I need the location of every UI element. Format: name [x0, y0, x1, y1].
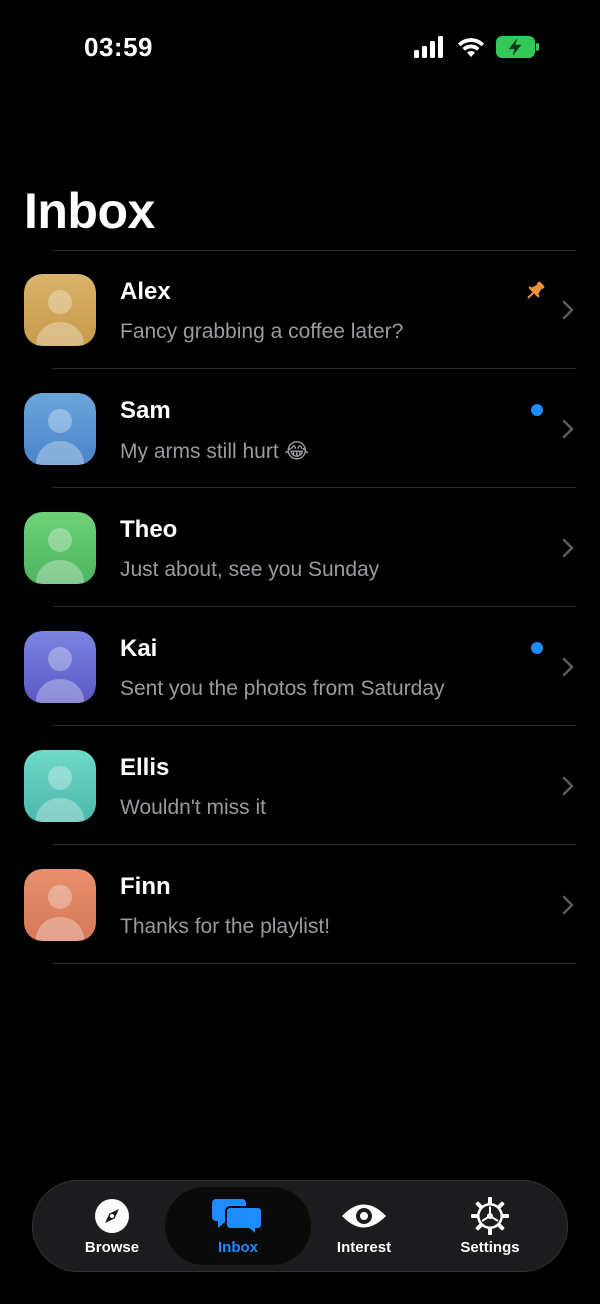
unread-dot — [531, 404, 543, 416]
avatar — [24, 631, 96, 703]
eye-icon — [340, 1197, 388, 1235]
contact-name: Sam — [120, 397, 171, 424]
avatar — [24, 750, 96, 822]
conversation-row[interactable]: Finn Thanks for the playlist! — [0, 845, 600, 964]
chevron-right-icon — [562, 657, 574, 677]
battery-charging-icon — [496, 36, 540, 58]
tab-inbox[interactable]: Inbox — [165, 1187, 311, 1265]
avatar — [24, 274, 96, 346]
contact-name: Ellis — [120, 754, 170, 781]
status-bar: 03:59 — [0, 0, 600, 100]
chevron-right-icon — [562, 895, 574, 915]
message-preview: Fancy grabbing a coffee later? — [120, 320, 404, 343]
chevron-right-icon — [562, 300, 574, 320]
contact-name: Kai — [120, 635, 158, 662]
conversation-list: Alex Fancy grabbing a coffee later? Sam My … — [0, 250, 600, 964]
tab-browse[interactable]: Browse — [47, 1187, 177, 1265]
cellular-signal-icon — [414, 36, 446, 58]
tab-label: Settings — [460, 1239, 520, 1256]
page-title: Inbox — [24, 183, 155, 239]
message-preview: Thanks for the playlist! — [120, 915, 331, 938]
unread-dot — [531, 642, 543, 654]
status-time: 03:59 — [84, 32, 153, 62]
tab-interest[interactable]: Interest — [299, 1187, 429, 1265]
conversation-row[interactable]: Theo Just about, see you Sunday — [0, 488, 600, 607]
avatar — [24, 869, 96, 941]
tab-settings[interactable]: Settings — [425, 1187, 555, 1265]
chevron-right-icon — [562, 538, 574, 558]
compass-icon — [94, 1197, 130, 1235]
conversation-row[interactable]: Sam My arms still hurt 😂 — [0, 369, 600, 488]
conversation-row[interactable]: Alex Fancy grabbing a coffee later? — [0, 250, 600, 369]
tab-label: Browse — [84, 1239, 140, 1256]
conversation-row[interactable]: Ellis Wouldn't miss it — [0, 726, 600, 845]
message-preview: Just about, see you Sunday — [120, 558, 380, 581]
conversation-row[interactable]: Kai Sent you the photos from Saturday — [0, 607, 600, 726]
message-preview: My arms still hurt 😂 — [120, 440, 310, 463]
avatar — [24, 393, 96, 465]
chevron-right-icon — [562, 776, 574, 796]
avatar — [24, 512, 96, 584]
tab-bar: Browse Inbox Interest Settings — [32, 1180, 568, 1272]
contact-name: Finn — [120, 873, 171, 900]
chat-bubbles-icon — [212, 1197, 264, 1235]
wifi-icon — [456, 36, 486, 58]
contact-name: Theo — [120, 516, 178, 543]
status-icons — [414, 36, 540, 58]
tab-label: Inbox — [218, 1239, 258, 1256]
chevron-right-icon — [562, 419, 574, 439]
message-preview: Wouldn't miss it — [120, 796, 266, 819]
list-divider — [52, 963, 576, 964]
pin-icon — [524, 280, 546, 302]
message-preview: Sent you the photos from Saturday — [120, 677, 445, 700]
gear-icon — [470, 1197, 510, 1235]
tab-label: Interest — [336, 1239, 392, 1256]
contact-name: Alex — [120, 278, 171, 305]
